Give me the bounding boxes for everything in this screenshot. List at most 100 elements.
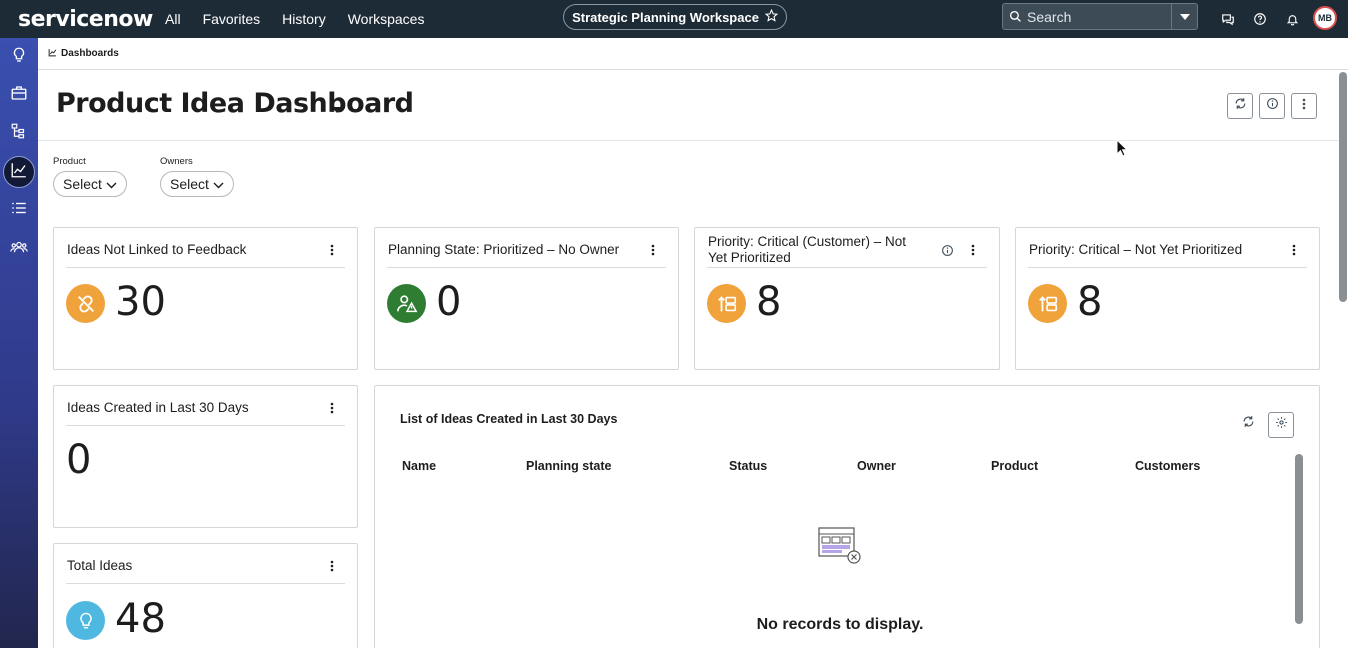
card-critical: Priority: Critical – Not Yet Prioritized…	[1015, 227, 1320, 370]
card-value[interactable]: 48	[115, 596, 166, 642]
card-critical-customer: Priority: Critical (Customer) – Not Yet …	[694, 227, 1000, 370]
refresh-button[interactable]	[1227, 93, 1253, 119]
column-header-planning-state[interactable]: Planning state	[526, 459, 611, 473]
column-header-status[interactable]: Status	[729, 459, 767, 473]
card-divider	[387, 267, 666, 268]
nav-all[interactable]: All	[154, 0, 192, 38]
main-nav: All Favorites History Workspaces	[154, 0, 435, 38]
avatar[interactable]: MB	[1313, 6, 1337, 30]
nav-workspaces[interactable]: Workspaces	[337, 0, 436, 38]
priority-icon	[707, 284, 746, 323]
more-vertical-icon	[1302, 97, 1306, 115]
workspace-pill[interactable]: Strategic Planning Workspace	[563, 4, 787, 30]
card-menu-button[interactable]	[966, 241, 980, 259]
card-value[interactable]: 0	[436, 279, 461, 325]
empty-list-message: No records to display.	[756, 616, 924, 633]
column-header-owner[interactable]: Owner	[857, 459, 896, 473]
card-title: Ideas Created in Last 30 Days	[67, 400, 249, 415]
top-icons	[1212, 0, 1308, 38]
card-menu-button[interactable]	[325, 241, 339, 259]
briefcase-icon	[10, 84, 28, 107]
sidebar-item-lists[interactable]	[3, 194, 35, 226]
top-navigation-bar: servicenow All Favorites History Workspa…	[0, 0, 1348, 38]
filter-label: Product	[53, 156, 86, 167]
sidebar-item-hierarchy[interactable]	[3, 117, 35, 149]
card-ideas-created-30-days: Ideas Created in Last 30 Days 0	[53, 385, 358, 528]
filter-owners: Owners Select	[160, 156, 234, 197]
select-value: Select	[63, 176, 102, 192]
gear-icon	[1275, 416, 1288, 434]
info-icon[interactable]	[940, 241, 954, 259]
empty-list-icon	[818, 527, 862, 570]
user-warning-icon	[387, 284, 426, 323]
card-title: Planning State: Prioritized – No Owner	[388, 242, 620, 257]
card-value[interactable]: 30	[115, 279, 166, 325]
info-icon	[1266, 97, 1279, 115]
chevron-down-icon[interactable]	[332, 100, 342, 118]
chart-icon	[48, 48, 57, 60]
list-title: List of Ideas Created in Last 30 Days	[400, 412, 618, 426]
card-total-ideas: Total Ideas 48	[53, 543, 358, 648]
card-title: Priority: Critical (Customer) – Not Yet …	[708, 234, 907, 265]
star-icon[interactable]	[764, 8, 779, 25]
list-scrollbar[interactable]	[1295, 454, 1303, 624]
unlink-icon	[66, 284, 105, 323]
page-header: Product Idea Dashboard	[38, 70, 1338, 141]
card-menu-button[interactable]	[325, 399, 339, 417]
workspace-name: Strategic Planning Workspace	[572, 9, 759, 25]
column-header-name[interactable]: Name	[402, 459, 436, 473]
lightbulb-icon	[66, 601, 105, 640]
select-value: Select	[170, 176, 209, 192]
refresh-icon	[1242, 415, 1255, 433]
card-value[interactable]: 8	[1077, 279, 1102, 325]
sidebar-item-portfolio[interactable]	[3, 79, 35, 111]
lightbulb-icon	[10, 46, 28, 69]
chat-icon[interactable]	[1212, 0, 1244, 38]
column-header-customers[interactable]: Customers	[1135, 459, 1200, 473]
breadcrumb-dashboards[interactable]: Dashboards	[61, 48, 119, 59]
breadcrumb: Dashboards	[38, 38, 1348, 70]
list-refresh-button[interactable]	[1241, 415, 1255, 433]
nav-history[interactable]: History	[271, 0, 337, 38]
chevron-down-icon	[213, 176, 224, 192]
card-divider	[707, 267, 987, 268]
list-settings-button[interactable]	[1268, 412, 1294, 438]
search-scope-dropdown[interactable]	[1171, 4, 1197, 29]
bell-icon[interactable]	[1276, 0, 1308, 38]
global-search	[1002, 3, 1198, 30]
card-ideas-list: List of Ideas Created in Last 30 Days Na…	[374, 385, 1320, 648]
servicenow-logo[interactable]: servicenow	[18, 7, 153, 32]
hierarchy-icon	[10, 122, 28, 145]
refresh-icon	[1234, 97, 1247, 115]
info-button[interactable]	[1259, 93, 1285, 119]
card-title: Ideas Not Linked to Feedback	[67, 242, 247, 257]
card-menu-button[interactable]	[646, 241, 660, 259]
help-icon[interactable]	[1244, 0, 1276, 38]
card-ideas-not-linked: Ideas Not Linked to Feedback 30	[53, 227, 358, 370]
priority-icon	[1028, 284, 1067, 323]
filter-product: Product Select	[53, 156, 127, 197]
page-title: Product Idea Dashboard	[56, 88, 414, 119]
nav-favorites[interactable]: Favorites	[192, 0, 272, 38]
mouse-cursor-icon	[1116, 138, 1129, 162]
product-select[interactable]: Select	[53, 171, 127, 197]
card-value[interactable]: 8	[756, 279, 781, 325]
list-icon	[10, 199, 28, 222]
card-menu-button[interactable]	[1287, 241, 1301, 259]
card-menu-button[interactable]	[325, 557, 339, 575]
card-divider	[1028, 267, 1307, 268]
owners-select[interactable]: Select	[160, 171, 234, 197]
page-scrollbar[interactable]	[1339, 72, 1347, 302]
card-title: Total Ideas	[67, 558, 133, 573]
search-input[interactable]	[1027, 8, 1167, 25]
sidebar-item-dashboards[interactable]	[3, 156, 35, 188]
sidebar-item-ideas[interactable]	[3, 41, 35, 73]
card-value[interactable]: 0	[66, 437, 91, 483]
card-divider	[66, 425, 345, 426]
card-prioritized-no-owner: Planning State: Prioritized – No Owner 0	[374, 227, 679, 370]
search-icon	[1003, 4, 1027, 29]
more-options-button[interactable]	[1291, 93, 1317, 119]
card-divider	[66, 583, 345, 584]
column-header-product[interactable]: Product	[991, 459, 1038, 473]
sidebar-item-teams[interactable]	[3, 233, 35, 265]
